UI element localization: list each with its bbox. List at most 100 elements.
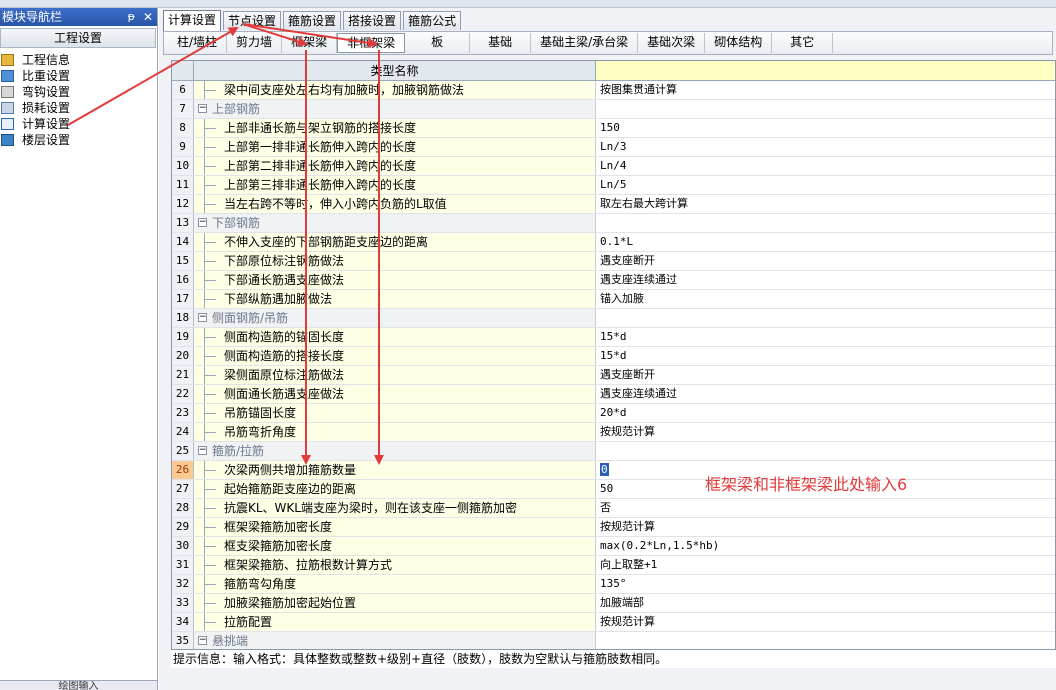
row-value-cell[interactable] [596, 100, 1055, 118]
table-row[interactable]: 22 侧面通长筋遇支座做法 遇支座连续通过 [172, 385, 1055, 404]
row-value-cell[interactable]: max(0.2*Ln,1.5*hb) [596, 537, 1055, 555]
table-row[interactable]: 28 抗震KL、WKL端支座为梁时，则在该支座一侧箍筋加密 否 [172, 499, 1055, 518]
tab-stirrup-settings[interactable]: 箍筋设置 [283, 11, 342, 30]
row-value-cell[interactable] [596, 442, 1055, 460]
row-value-cell[interactable]: 遇支座连续通过 [596, 271, 1055, 289]
row-number: 30 [172, 537, 194, 555]
table-row[interactable]: 33 加腋梁箍筋加密起始位置 加腋端部 [172, 594, 1055, 613]
row-value-cell[interactable]: 遇支座连续通过 [596, 385, 1055, 403]
collapse-icon[interactable]: − [198, 636, 207, 645]
table-row[interactable]: 9 上部第一排非通长筋伸入跨内的长度 Ln/3 [172, 138, 1055, 157]
tab-column-wall-column[interactable]: 柱/墙柱 [168, 33, 228, 53]
row-value-cell[interactable]: 遇支座断开 [596, 366, 1055, 384]
nav-item-hook[interactable]: 弯钩设置 [0, 84, 157, 100]
row-value-cell[interactable]: 遇支座断开 [596, 252, 1055, 270]
tab-lap-settings[interactable]: 搭接设置 [343, 11, 402, 30]
tab-masonry[interactable]: 砌体结构 [705, 33, 773, 53]
table-row[interactable]: 23 吊筋锚固长度 20*d [172, 404, 1055, 423]
close-icon[interactable]: ✕ [143, 8, 153, 26]
row-number: 9 [172, 138, 194, 156]
row-name-text: 下部纵筋遇加腋做法 [224, 292, 333, 306]
table-row[interactable]: 19 侧面构造筋的锚固长度 15*d [172, 328, 1055, 347]
table-group-row[interactable]: 13− 下部钢筋 [172, 214, 1055, 233]
table-row[interactable]: 16 下部通长筋遇支座做法 遇支座连续通过 [172, 271, 1055, 290]
tab-node-settings[interactable]: 节点设置 [223, 11, 282, 30]
navigator-bottom-drawing-input[interactable]: 绘图输入 [0, 680, 157, 690]
row-value-cell[interactable]: 20*d [596, 404, 1055, 422]
row-value-cell[interactable] [596, 632, 1055, 649]
table-row[interactable]: 29 框架梁箍筋加密长度 按规范计算 [172, 518, 1055, 537]
row-value-cell[interactable]: Ln/5 [596, 176, 1055, 194]
table-row[interactable]: 14 不伸入支座的下部钢筋距支座边的距离 0.1*L [172, 233, 1055, 252]
row-value-cell[interactable]: 0.1*L [596, 233, 1055, 251]
table-row[interactable]: 17 下部纵筋遇加腋做法 锚入加腋 [172, 290, 1055, 309]
tab-frame-beam[interactable]: 框架梁 [282, 33, 338, 53]
table-row[interactable]: 20 侧面构造筋的搭接长度 15*d [172, 347, 1055, 366]
table-group-row[interactable]: 7− 上部钢筋 [172, 100, 1055, 119]
tab-slab[interactable]: 板 [405, 33, 471, 53]
tab-other[interactable]: 其它 [772, 33, 834, 53]
table-row[interactable]: 15 下部原位标注钢筋做法 遇支座断开 [172, 252, 1055, 271]
tab-calc-settings[interactable]: 计算设置 [163, 10, 222, 31]
nav-item-calc-settings[interactable]: 计算设置 [0, 116, 157, 132]
table-row[interactable]: 8 上部非通长筋与架立钢筋的搭接长度 150 [172, 119, 1055, 138]
row-value-text: 遇支座断开 [600, 254, 655, 267]
table-row[interactable]: 21 梁侧面原位标注筋做法 遇支座断开 [172, 366, 1055, 385]
tab-shear-wall[interactable]: 剪力墙 [227, 33, 283, 53]
tab-foundation[interactable]: 基础 [470, 33, 532, 53]
collapse-icon[interactable]: − [198, 104, 207, 113]
row-value-cell[interactable]: 15*d [596, 347, 1055, 365]
row-name-cell: 吊筋弯折角度 [194, 423, 596, 441]
table-group-row[interactable]: 18− 侧面钢筋/吊筋 [172, 309, 1055, 328]
nav-item-floor[interactable]: 楼层设置 [0, 132, 157, 148]
table-row[interactable]: 11 上部第三排非通长筋伸入跨内的长度 Ln/5 [172, 176, 1055, 195]
row-value-cell[interactable]: 按规范计算 [596, 423, 1055, 441]
tree-branch [204, 299, 216, 300]
row-value-cell[interactable]: 按规范计算 [596, 518, 1055, 536]
row-number: 15 [172, 252, 194, 270]
collapse-icon[interactable]: − [198, 218, 207, 227]
nav-item-loss[interactable]: 损耗设置 [0, 100, 157, 116]
table-row[interactable]: 34 拉筋配置 按规范计算 [172, 613, 1055, 632]
row-value-cell[interactable]: 取左右最大跨计算 [596, 195, 1055, 213]
tab-foundation-secondary-beam[interactable]: 基础次梁 [638, 33, 706, 53]
row-value-cell[interactable]: Ln/4 [596, 157, 1055, 175]
collapse-icon[interactable]: − [198, 446, 207, 455]
row-number: 25 [172, 442, 194, 460]
table-row[interactable]: 32 箍筋弯勾角度 135° [172, 575, 1055, 594]
row-value-cell[interactable]: 按规范计算 [596, 613, 1055, 631]
row-value-cell[interactable]: 向上取整+1 [596, 556, 1055, 574]
collapse-icon[interactable]: − [198, 313, 207, 322]
table-row[interactable]: 10 上部第二排非通长筋伸入跨内的长度 Ln/4 [172, 157, 1055, 176]
row-value-cell[interactable]: 135° [596, 575, 1055, 593]
row-value-cell[interactable]: Ln/3 [596, 138, 1055, 156]
nav-item-label: 工程信息 [22, 53, 71, 67]
table-row[interactable]: 30 框支梁箍筋加密长度 max(0.2*Ln,1.5*hb) [172, 537, 1055, 556]
tab-non-frame-beam[interactable]: 非框架梁 [337, 33, 406, 53]
row-value-cell[interactable]: 15*d [596, 328, 1055, 346]
row-value-text: 0.1*L [600, 235, 634, 248]
tab-stirrup-formula[interactable]: 箍筋公式 [403, 11, 462, 30]
row-value-cell[interactable]: 按图集贯通计算 [596, 81, 1055, 99]
table-row[interactable]: 27 起始箍筋距支座边的距离 50 [172, 480, 1055, 499]
row-value-cell[interactable]: 150 [596, 119, 1055, 137]
nav-item-density[interactable]: 比重设置 [0, 68, 157, 84]
table-row[interactable]: 31 框架梁箍筋、拉筋根数计算方式 向上取整+1 [172, 556, 1055, 575]
row-value-cell[interactable]: 否 [596, 499, 1055, 517]
nav-item-label: 损耗设置 [22, 101, 71, 115]
table-group-row[interactable]: 35− 悬挑端 [172, 632, 1055, 649]
table-row[interactable]: 6 梁中间支座处左右均有加腋时，加腋钢筋做法 按图集贯通计算 [172, 81, 1055, 100]
pin-icon[interactable]: ᵽ [128, 8, 135, 26]
table-row[interactable]: 12 当左右跨不等时，伸入小跨内负筋的L取值 取左右最大跨计算 [172, 195, 1055, 214]
row-value-cell[interactable] [596, 309, 1055, 327]
table-group-row[interactable]: 25− 箍筋/拉筋 [172, 442, 1055, 461]
table-row[interactable]: 24 吊筋弯折角度 按规范计算 [172, 423, 1055, 442]
tab-foundation-main-beam[interactable]: 基础主梁/承台梁 [531, 33, 639, 53]
navigator-section-project-settings[interactable]: 工程设置 [0, 28, 156, 48]
row-value-cell[interactable]: 锚入加腋 [596, 290, 1055, 308]
row-value-cell[interactable]: 加腋端部 [596, 594, 1055, 612]
row-value-cell[interactable] [596, 214, 1055, 232]
row-name-cell: 上部第二排非通长筋伸入跨内的长度 [194, 157, 596, 175]
nav-item-project-info[interactable]: 工程信息 [0, 52, 157, 68]
table-row[interactable]: 26 次梁两侧共增加箍筋数量 0 [172, 461, 1055, 480]
